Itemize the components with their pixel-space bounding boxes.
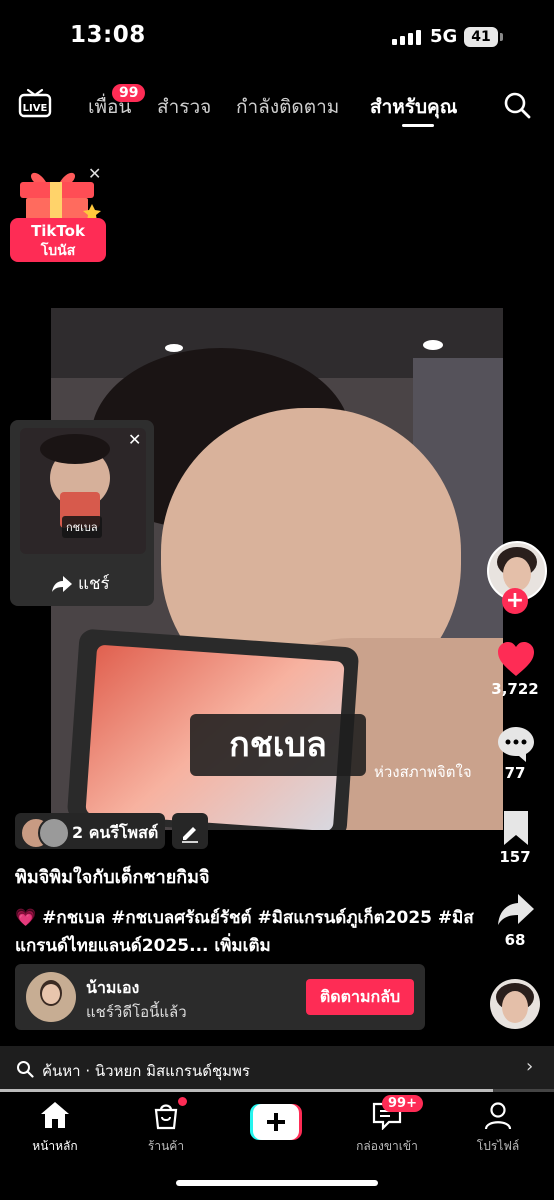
nav-shop[interactable]: ร้านค้า [121, 1100, 211, 1156]
save-count: 157 [499, 848, 531, 866]
post-hashtags[interactable]: 💗 #กชเบล #กชเบลศรัณย์รัชต์ #มิสแกรนด์ภูเ… [15, 904, 475, 960]
signal-icon [392, 30, 421, 45]
plus-icon [250, 1104, 302, 1140]
thumb-hair [40, 434, 110, 464]
home-icon [41, 1102, 69, 1128]
reposter-avatar [38, 817, 70, 849]
related-search-text[interactable]: ค้นหา · นิวหยก มิสแกรนด์ชุมพร [42, 1059, 250, 1083]
shop-notification-dot [178, 1097, 187, 1106]
heart-emoji-icon: 💗 [15, 908, 37, 928]
sharer-avatar[interactable] [26, 972, 76, 1022]
active-tab-indicator [402, 124, 434, 127]
see-more-link[interactable]: เพิ่มเติม [214, 936, 270, 956]
nav-home[interactable]: หน้าหลัก [10, 1100, 100, 1156]
mini-close-icon[interactable]: ✕ [128, 430, 141, 449]
battery-tip [500, 33, 503, 41]
video-note: ห่วงสภาพจิตใจ [374, 763, 472, 781]
share-icon[interactable] [496, 892, 536, 932]
comment-icon[interactable] [496, 724, 536, 764]
live-icon[interactable]: LIVE [18, 88, 52, 118]
post-title: พิมจิพิมใจกับเด็กชายกิมจิ [15, 867, 210, 888]
nav-home-label: หน้าหลัก [32, 1139, 78, 1153]
pencil-icon [182, 827, 198, 843]
edit-button[interactable] [172, 813, 208, 849]
profile-icon [484, 1102, 512, 1130]
comment-count: 77 [504, 764, 526, 782]
reposters-text: 2 คนรีโพสต์ [72, 823, 159, 842]
tab-for-you[interactable]: สำหรับคุณ [370, 92, 457, 122]
nav-profile-label: โปรไฟล์ [476, 1139, 520, 1153]
network-type: 5G [430, 26, 458, 47]
bookmark-icon[interactable] [496, 808, 536, 848]
nav-shop-label: ร้านค้า [147, 1139, 185, 1153]
share-count: 68 [504, 931, 526, 949]
bonus-line1: TikTok [31, 222, 86, 240]
follow-back-button[interactable]: ติดตามกลับ [306, 979, 414, 1015]
mini-share-label: แชร์ [78, 574, 110, 594]
nav-inbox-label: กล่องขาเข้า [356, 1139, 418, 1153]
nav-profile[interactable]: โปรไฟล์ [453, 1100, 543, 1156]
sharer-name: น้ามเอง [86, 978, 140, 997]
shopping-bag-icon [154, 1104, 178, 1130]
chevron-right-icon[interactable]: › [526, 1056, 533, 1077]
live-label: LIVE [23, 103, 48, 114]
video-progress-fill [0, 1089, 494, 1092]
mini-caption: กชเบล [62, 516, 102, 538]
battery-icon: 41 [464, 27, 498, 47]
heart-icon[interactable] [496, 640, 536, 680]
search-icon [16, 1060, 34, 1078]
tab-following[interactable]: กำลังติดตาม [236, 92, 339, 122]
share-arrow-icon [52, 575, 72, 592]
video-caption: กชเบล [190, 714, 366, 776]
tab-explore[interactable]: สำรวจ [157, 92, 211, 122]
status-time: 13:08 [70, 22, 146, 48]
mini-share-button[interactable]: แชร์ [52, 570, 110, 597]
bonus-close-icon[interactable]: ✕ [88, 164, 101, 183]
create-button[interactable] [250, 1104, 302, 1140]
home-indicator [176, 1180, 378, 1186]
like-count: 3,722 [491, 680, 539, 698]
sharer-subtitle: แชร์วิดีโอนี้แล้ว [86, 1003, 187, 1021]
ceiling-light [165, 344, 183, 352]
follow-plus-button[interactable]: + [502, 588, 528, 614]
inbox-badge: 99+ [382, 1095, 423, 1112]
ceiling-light [423, 340, 443, 350]
friends-badge: 99 [112, 84, 146, 102]
bonus-line2: โบนัส [40, 241, 76, 259]
music-avatar[interactable] [490, 979, 540, 1029]
search-icon[interactable] [502, 90, 532, 120]
